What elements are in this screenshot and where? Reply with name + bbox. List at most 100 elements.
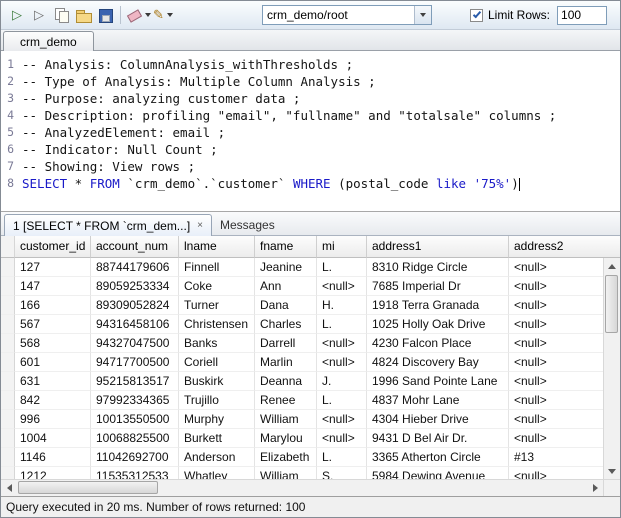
row-selector[interactable] [1,334,15,353]
table-cell: 147 [15,277,91,296]
table-row[interactable]: 16689309052824TurnerDanaH.1918 Terra Gra… [1,296,620,315]
database-combo[interactable]: crm_demo/root [262,5,432,25]
table-cell: <null> [317,334,367,353]
tab-result-1[interactable]: 1 [SELECT * FROM `crm_dem...] × [4,214,212,236]
row-selector[interactable] [1,258,15,277]
table-row[interactable]: 56794316458106ChristensenCharlesL.1025 H… [1,315,620,334]
table-row[interactable]: 114611042692700AndersonElizabethL.3365 A… [1,448,620,467]
table-cell: 5984 Dewing Avenue [367,467,509,479]
table-row[interactable]: 99610013550500MurphyWilliam<null>4304 Hi… [1,410,620,429]
column-header-address2[interactable]: address2 [509,236,620,258]
editor-line: 4-- Description: profiling "email", "ful… [1,107,620,124]
line-number: 8 [1,175,22,192]
table-cell: Elizabeth [255,448,317,467]
line-number: 3 [1,90,22,107]
check-icon [472,9,480,18]
table-cell: 9431 D Bel Air Dr. [367,429,509,448]
run-selection-button[interactable]: ▷ [28,4,50,26]
row-selector[interactable] [1,410,15,429]
column-header-mi[interactable]: mi [317,236,367,258]
table-row[interactable]: 84297992334365TrujilloReneeL.4837 Mohr L… [1,391,620,410]
edit-query-button[interactable]: ✎ [152,4,174,26]
save-icon [97,7,113,23]
open-file-button[interactable] [72,4,94,26]
horizontal-scroll-track[interactable] [17,480,587,496]
editor-tab-bar: crm_demo [1,30,620,51]
text-caret [519,178,520,191]
vertical-scroll-thumb[interactable] [605,275,618,333]
code-text: -- Indicator: Null Count ; [22,141,218,158]
table-cell: 601 [15,353,91,372]
scroll-up-button[interactable] [604,258,620,274]
scroll-down-button[interactable] [604,463,620,479]
table-cell: Charles [255,315,317,334]
sql-editor[interactable]: 1-- Analysis: ColumnAnalysis_withThresho… [1,51,620,211]
horizontal-scrollbar[interactable] [1,479,603,496]
row-selector[interactable] [1,353,15,372]
table-row[interactable]: 63195215813517BuskirkDeannaJ.1996 Sand P… [1,372,620,391]
combo-dropdown-button[interactable] [414,6,431,24]
table-cell: 94316458106 [91,315,179,334]
table-cell: 996 [15,410,91,429]
table-cell: L. [317,315,367,334]
table-cell: Buskirk [179,372,255,391]
table-row[interactable]: 56894327047500BanksDarrell<null>4230 Fal… [1,334,620,353]
column-header-lname[interactable]: lname [179,236,255,258]
code-text: SELECT * FROM `crm_demo`.`customer` WHER… [22,175,520,192]
table-cell: Coke [179,277,255,296]
row-selector[interactable] [1,429,15,448]
row-selector[interactable] [1,372,15,391]
row-selector[interactable] [1,296,15,315]
close-icon[interactable]: × [197,221,203,231]
run-query-button[interactable]: ▷ [6,4,28,26]
results-tab-bar: 1 [SELECT * FROM `crm_dem...] × Messages [1,212,620,236]
results-grid-area: customer_idaccount_numlnamefnamemiaddres… [1,236,620,496]
edit-query-icon: ✎ [153,7,164,23]
row-selector[interactable] [1,315,15,334]
table-row[interactable]: 60194717700500CoriellMarlin<null>4824 Di… [1,353,620,372]
row-selector[interactable] [1,467,15,479]
table-cell: 568 [15,334,91,353]
row-selector[interactable] [1,277,15,296]
copy-button[interactable] [50,4,72,26]
table-cell: 1146 [15,448,91,467]
table-cell: 1918 Terra Granada [367,296,509,315]
editor-tab-crm-demo[interactable]: crm_demo [3,31,94,51]
vertical-scrollbar[interactable] [603,258,620,479]
table-cell: <null> [317,277,367,296]
open-file-icon [75,7,91,23]
table-cell: J. [317,372,367,391]
scroll-right-button[interactable] [587,480,603,496]
editor-line: 7-- Showing: View rows ; [1,158,620,175]
column-header-account_num[interactable]: account_num [91,236,179,258]
scroll-left-button[interactable] [1,480,17,496]
column-header-fname[interactable]: fname [255,236,317,258]
vertical-scroll-track[interactable] [604,274,620,463]
table-cell: 166 [15,296,91,315]
table-row[interactable]: 100410068825500BurkettMarylou<null>9431 … [1,429,620,448]
tab-messages[interactable]: Messages [212,215,283,235]
code-text: -- Type of Analysis: Multiple Column Ana… [22,73,376,90]
limit-rows-checkbox[interactable] [470,9,483,22]
editor-line: 5-- AnalyzedElement: email ; [1,124,620,141]
row-selector[interactable] [1,391,15,410]
clear-editor-button[interactable] [125,4,152,26]
column-header-address1[interactable]: address1 [367,236,509,258]
run-selection-icon: ▷ [34,7,44,23]
table-cell: 4230 Falcon Place [367,334,509,353]
scrollbar-corner [603,479,620,496]
table-cell: 567 [15,315,91,334]
row-selector-header [1,236,15,258]
table-row[interactable]: 12788744179606FinnellJeanineL.8310 Ridge… [1,258,620,277]
table-row[interactable]: 14789059253334CokeAnn<null>7685 Imperial… [1,277,620,296]
limit-rows-input[interactable] [557,6,607,25]
row-selector[interactable] [1,448,15,467]
table-row[interactable]: 121211535312533WhatleyWilliamS.5984 Dewi… [1,467,620,479]
horizontal-scroll-thumb[interactable] [18,481,158,494]
column-header-customer_id[interactable]: customer_id [15,236,91,258]
table-cell: Ann [255,277,317,296]
code-text: -- Purpose: analyzing customer data ; [22,90,300,107]
save-button[interactable] [94,4,116,26]
table-cell: 4824 Discovery Bay [367,353,509,372]
table-cell: H. [317,296,367,315]
